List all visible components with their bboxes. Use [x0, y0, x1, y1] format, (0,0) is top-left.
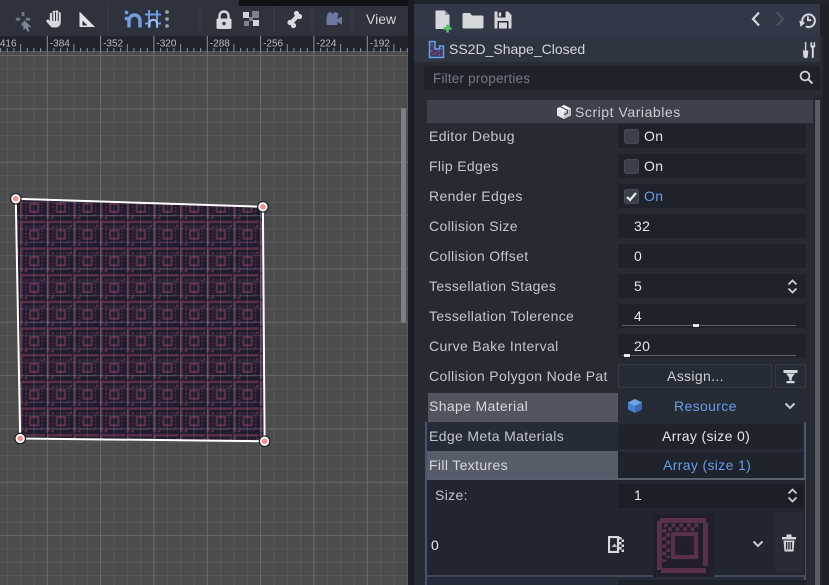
svg-text:-320: -320: [156, 39, 176, 50]
svg-text:View: View: [366, 11, 397, 27]
svg-text:-256: -256: [263, 39, 283, 50]
svg-text:-224: -224: [316, 39, 336, 50]
svg-text:-384: -384: [50, 39, 70, 50]
svg-text:-288: -288: [210, 39, 230, 50]
svg-text:-192: -192: [370, 39, 390, 50]
svg-text:-352: -352: [103, 39, 123, 50]
svg-text:-416: -416: [0, 39, 17, 50]
